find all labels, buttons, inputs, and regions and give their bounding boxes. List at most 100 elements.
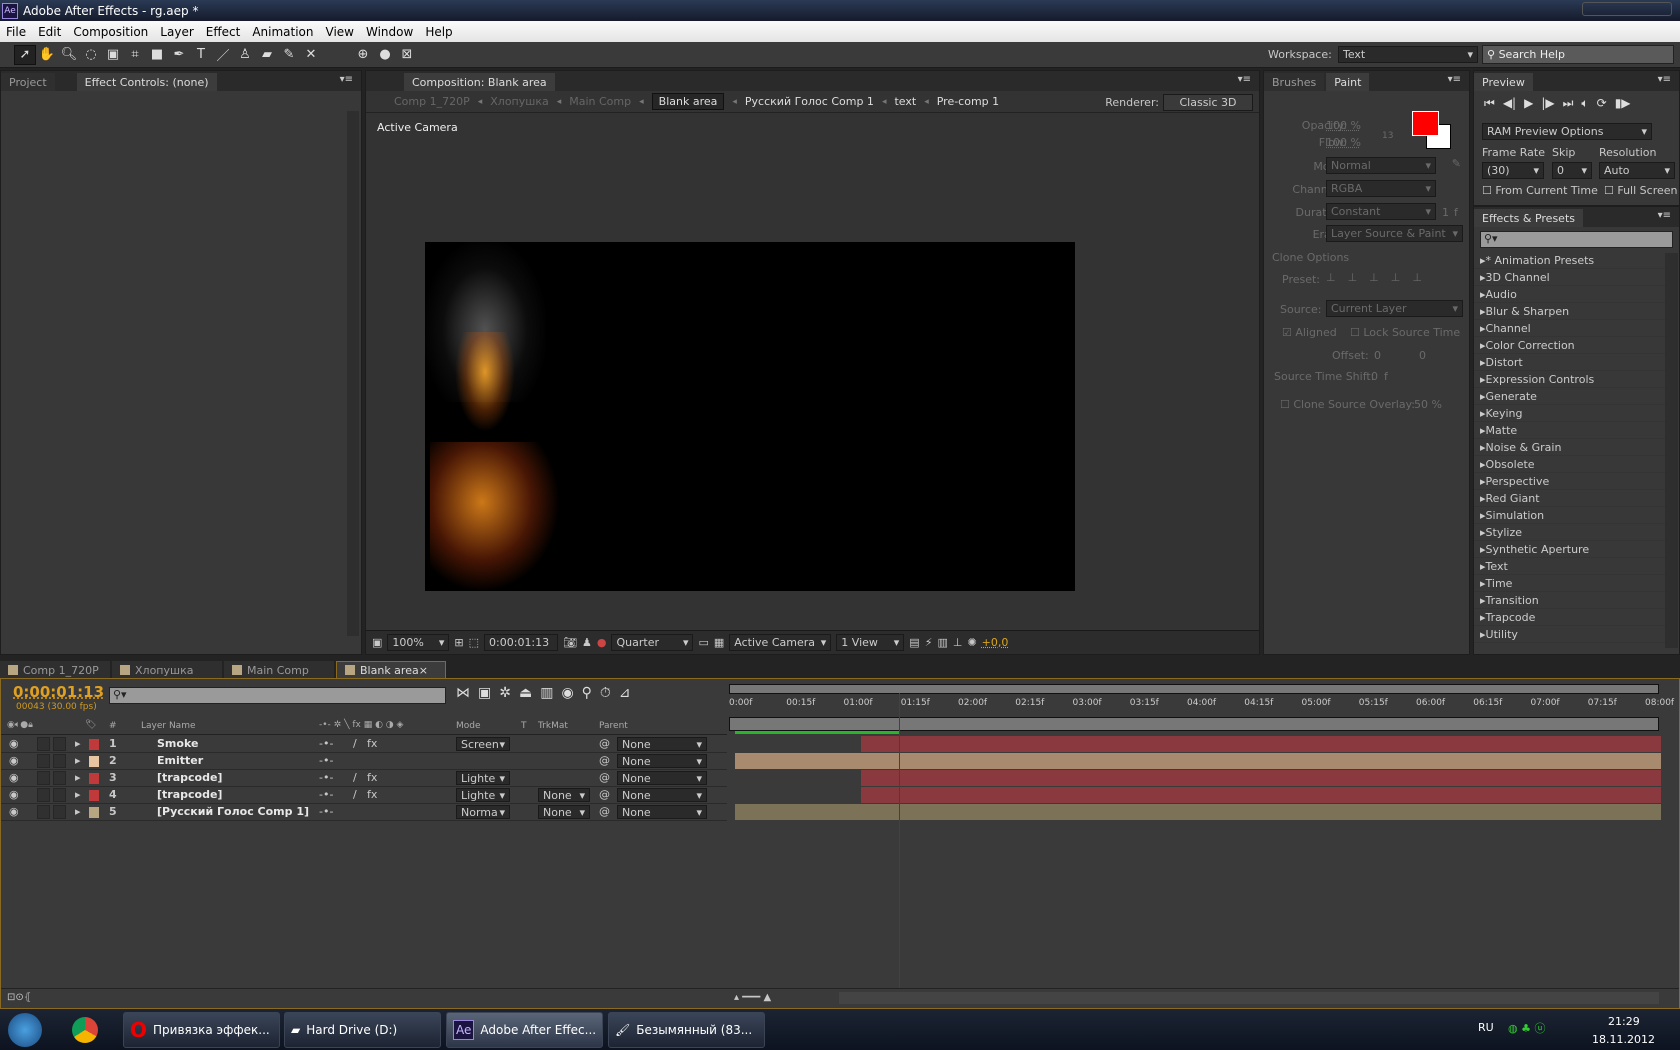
visibility-eye-icon[interactable]: ◉ [9, 805, 19, 818]
timeline-current-time[interactable]: 0:00:01:13 [13, 683, 104, 701]
solo-switch[interactable] [37, 788, 50, 802]
taskbar-item-opera[interactable]: O Привязка эффек... [123, 1012, 280, 1048]
fast-previews-icon[interactable]: ⚡ [925, 636, 933, 649]
timeline-tab[interactable]: Main Comp [224, 661, 334, 679]
breadcrumb-item[interactable]: text [894, 95, 916, 108]
panel-menu-icon[interactable]: ▾≡ [1658, 210, 1671, 221]
channel-icon[interactable]: ● [597, 636, 607, 649]
clock-date[interactable]: 18.11.2012 [1592, 1033, 1655, 1046]
shy-switch-icon[interactable]: -•- [319, 788, 333, 801]
effects-category[interactable]: ▸ * Animation Presets [1474, 252, 1665, 269]
offset-x[interactable]: 0 [1374, 349, 1381, 362]
label-color[interactable] [89, 807, 99, 818]
parent-dropdown[interactable]: None ▾ [617, 754, 707, 768]
exposure-icon[interactable]: ✺ [967, 636, 976, 649]
clone-preset-icons[interactable]: ⊥⊥⊥⊥⊥ [1326, 271, 1434, 284]
aligned-checkbox[interactable]: ☑ Aligned [1282, 326, 1337, 339]
flow-value[interactable]: 100 % [1326, 136, 1361, 149]
window-controls[interactable] [1582, 2, 1672, 16]
shy-switch-icon[interactable]: -•- [319, 771, 333, 784]
label-color[interactable] [89, 739, 99, 750]
effects-category[interactable]: ▸ Color Correction [1474, 337, 1665, 354]
clone-overlay-checkbox[interactable]: ☐ Clone Source Overlay: [1280, 398, 1415, 411]
effects-category[interactable]: ▸ Expression Controls [1474, 371, 1665, 388]
safe-zones-icon[interactable]: ⊞ [454, 636, 463, 649]
menu-file[interactable]: File [0, 25, 32, 39]
comp-mini-flowchart-icon[interactable]: ⋈ [456, 685, 470, 701]
pick-whip-icon[interactable]: @ [599, 737, 610, 750]
layer-duration-bar[interactable] [735, 804, 1661, 820]
timeline-tab[interactable]: Хлопушка [112, 661, 222, 679]
blend-mode-dropdown[interactable]: Lighte ▾ [456, 771, 510, 785]
tab-project[interactable]: Project [1, 73, 55, 91]
view-axis-icon[interactable]: ⊠ [396, 45, 418, 65]
pick-whip-icon[interactable]: @ [599, 771, 610, 784]
hide-shy-layers-icon[interactable]: ⏏ [519, 685, 532, 701]
taskbar-item-explorer[interactable]: ▰ Hard Drive (D:) [284, 1012, 441, 1048]
expand-arrow-icon[interactable]: ▸ [75, 754, 81, 767]
quality-switch-icon[interactable]: / [353, 771, 357, 784]
timeline-hscrollbar[interactable] [839, 992, 1659, 1004]
zoom-tool-icon[interactable]: 🔍︎ [58, 45, 80, 65]
lock-source-time-checkbox[interactable]: ☐ Lock Source Time [1350, 326, 1460, 339]
expand-arrow-icon[interactable]: ▸ [75, 737, 81, 750]
world-axis-icon[interactable]: ● [374, 45, 396, 65]
eyedropper-icon[interactable]: ✎ [1452, 157, 1461, 170]
work-area-bar[interactable] [729, 717, 1659, 731]
time-ruler[interactable]: 0:00f 00:15f 01:00f 01:15f 02:00f 02:15f 03:00… [729, 695, 1674, 717]
effects-category[interactable]: ▸ Time [1474, 575, 1665, 592]
workspace-dropdown[interactable]: Text ▾ [1338, 46, 1478, 63]
shy-switch-icon[interactable]: -•- [319, 737, 333, 750]
camera-dropdown[interactable]: Active Camera ▾ [729, 634, 832, 651]
solo-switch[interactable] [37, 737, 50, 751]
rotate-tool-icon[interactable]: ◌ [80, 45, 102, 65]
quality-switch-icon[interactable]: / [353, 737, 357, 750]
expand-arrow-icon[interactable]: ▸ [75, 771, 81, 784]
menu-composition[interactable]: Composition [67, 25, 154, 39]
effects-category[interactable]: ▸ Distort [1474, 354, 1665, 371]
live-update-icon[interactable]: ▣ [478, 685, 491, 701]
brainstorm-icon[interactable]: ⚲ [582, 685, 592, 701]
tab-effect-controls[interactable]: Effect Controls: (none) [76, 73, 217, 91]
pen-tool-icon[interactable]: ✒ [168, 45, 190, 65]
pick-whip-icon[interactable]: @ [599, 788, 610, 801]
effects-category[interactable]: ▸ Synthetic Aperture [1474, 541, 1665, 558]
always-preview-icon[interactable]: ▣ [372, 636, 382, 649]
full-screen-checkbox[interactable]: ☐ Full Screen [1604, 184, 1677, 197]
panel-menu-icon[interactable]: ▾≡ [340, 74, 353, 85]
start-button[interactable] [8, 1013, 42, 1047]
graph-editor-icon[interactable]: ⊿ [619, 685, 631, 701]
layer-name[interactable]: Smoke [157, 737, 198, 750]
rectangle-tool-icon[interactable]: ■ [146, 45, 168, 65]
timeline-icon[interactable]: ▥ [937, 636, 947, 649]
lock-switch[interactable] [53, 737, 66, 751]
layer-search-input[interactable]: ⚲▾ [109, 687, 446, 704]
shy-switch-icon[interactable]: -•- [319, 754, 333, 767]
taskbar-item-paint[interactable]: 🖌︎ Безымянный (83... [608, 1012, 765, 1048]
renderer-button[interactable]: Classic 3D [1163, 94, 1253, 111]
effects-category[interactable]: ▸ Audio [1474, 286, 1665, 303]
layer-duration-bar[interactable] [735, 753, 1661, 769]
duration-dropdown[interactable]: Constant ▾ [1326, 203, 1436, 220]
composition-viewer[interactable] [425, 242, 1075, 591]
label-color[interactable] [89, 756, 99, 767]
parent-dropdown[interactable]: None ▾ [617, 788, 707, 802]
menu-animation[interactable]: Animation [246, 25, 319, 39]
quality-switch-icon[interactable]: / [353, 788, 357, 801]
from-current-time-checkbox[interactable]: ☐ From Current Time [1482, 184, 1598, 197]
tab-paint[interactable]: Paint [1326, 73, 1370, 91]
lock-switch[interactable] [53, 788, 66, 802]
first-frame-icon[interactable]: ⏮ [1484, 96, 1495, 111]
effects-category[interactable]: ▸ Noise & Grain [1474, 439, 1665, 456]
auto-keyframe-icon[interactable]: ⏱ [600, 685, 611, 701]
expand-arrow-icon[interactable]: ▸ [75, 788, 81, 801]
panel-menu-icon[interactable]: ▾≡ [1658, 74, 1671, 85]
mode-dropdown[interactable]: Normal ▾ [1326, 157, 1436, 174]
panel-menu-icon[interactable]: ▾≡ [1448, 74, 1461, 85]
pick-whip-icon[interactable]: @ [599, 805, 610, 818]
ram-preview-icon[interactable]: ▮▶ [1615, 96, 1631, 111]
channels-dropdown[interactable]: RGBA ▾ [1326, 180, 1436, 197]
ram-preview-options-dropdown[interactable]: RAM Preview Options ▾ [1482, 123, 1652, 140]
snapshot-icon[interactable]: 📷︎ [563, 636, 577, 649]
layer-name[interactable]: [trapcode] [157, 788, 222, 801]
